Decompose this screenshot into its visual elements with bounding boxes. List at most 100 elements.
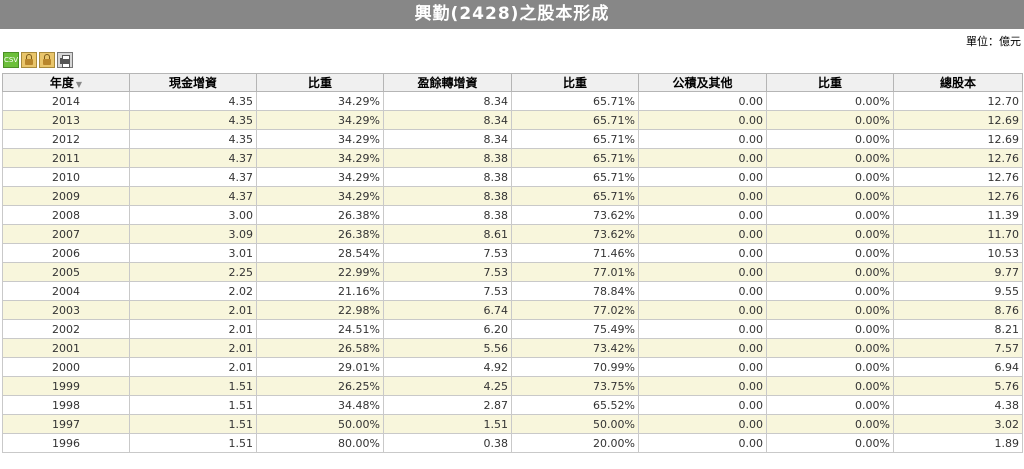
cell-year: 2014 [2,91,130,111]
page-title: 興勤(2428)之股本形成 [0,0,1024,29]
cell-reserve-ratio: 0.00% [766,376,894,396]
table-row: 2011 4.37 34.29% 8.38 65.71% 0.00 0.00% 12.76 [2,148,1023,168]
table-row: 1996 1.51 80.00% 0.38 20.00% 0.00 0.00% 1.89 [2,433,1023,453]
cell-reserve-other: 0.00 [638,433,767,453]
cell-cash-ratio: 22.99% [256,262,384,282]
cell-year: 1996 [2,433,130,453]
cell-total-capital: 1.89 [893,433,1023,453]
cell-earnings-ratio: 73.62% [511,224,639,244]
print-button[interactable] [57,52,73,68]
cell-reserve-ratio: 0.00% [766,262,894,282]
table-row: 2010 4.37 34.29% 8.38 65.71% 0.00 0.00% 12.76 [2,167,1023,187]
cell-earnings-ratio: 77.01% [511,262,639,282]
cell-earnings-capital: 6.74 [383,300,512,320]
cell-earnings-ratio: 70.99% [511,357,639,377]
table-row: 2008 3.00 26.38% 8.38 73.62% 0.00 0.00% 11.39 [2,205,1023,225]
cell-earnings-capital: 0.38 [383,433,512,453]
cell-earnings-ratio: 71.46% [511,243,639,263]
col-header-year[interactable]: 年度 ▼ [2,73,130,92]
cell-cash-capital: 3.09 [129,224,257,244]
table-row: 2005 2.25 22.99% 7.53 77.01% 0.00 0.00% 9.77 [2,262,1023,282]
cell-earnings-ratio: 77.02% [511,300,639,320]
cell-reserve-ratio: 0.00% [766,243,894,263]
lock-button-2[interactable] [39,52,55,68]
cell-year: 1997 [2,414,130,434]
cell-cash-capital: 4.35 [129,91,257,111]
lock-button-1[interactable] [21,52,37,68]
cell-cash-ratio: 26.58% [256,338,384,358]
table-row: 2007 3.09 26.38% 8.61 73.62% 0.00 0.00% 11.70 [2,224,1023,244]
table-row: 2014 4.35 34.29% 8.34 65.71% 0.00 0.00% 12.70 [2,91,1023,111]
cell-year: 2006 [2,243,130,263]
cell-reserve-ratio: 0.00% [766,433,894,453]
table-row: 1999 1.51 26.25% 4.25 73.75% 0.00 0.00% 5.76 [2,376,1023,396]
cell-reserve-ratio: 0.00% [766,91,894,111]
cell-cash-ratio: 50.00% [256,414,384,434]
cell-cash-ratio: 34.29% [256,129,384,149]
cell-total-capital: 9.55 [893,281,1023,301]
lock-icon [43,53,51,65]
cell-total-capital: 4.38 [893,395,1023,415]
cell-cash-capital: 4.35 [129,129,257,149]
cell-reserve-ratio: 0.00% [766,357,894,377]
cell-reserve-ratio: 0.00% [766,338,894,358]
cell-year: 1998 [2,395,130,415]
cell-earnings-ratio: 78.84% [511,281,639,301]
cell-cash-ratio: 34.29% [256,148,384,168]
table-row: 2012 4.35 34.29% 8.34 65.71% 0.00 0.00% 12.69 [2,129,1023,149]
cell-cash-ratio: 34.29% [256,186,384,206]
table-row: 2001 2.01 26.58% 5.56 73.42% 0.00 0.00% 7.57 [2,338,1023,358]
cell-earnings-ratio: 73.62% [511,205,639,225]
table-row: 2003 2.01 22.98% 6.74 77.02% 0.00 0.00% 8.76 [2,300,1023,320]
cell-total-capital: 7.57 [893,338,1023,358]
cell-cash-ratio: 24.51% [256,319,384,339]
cell-total-capital: 12.70 [893,91,1023,111]
cell-year: 2005 [2,262,130,282]
col-header-earnings-capital[interactable]: 盈餘轉增資 [383,73,512,92]
cell-earnings-capital: 1.51 [383,414,512,434]
cell-cash-capital: 2.01 [129,300,257,320]
unit-label: 單位：億元 [966,35,1021,48]
sort-desc-icon: ▼ [75,80,83,89]
lock-icon [25,53,33,65]
cell-cash-capital: 2.01 [129,319,257,339]
cell-reserve-other: 0.00 [638,186,767,206]
col-header-total-capital[interactable]: 總股本 [893,73,1023,92]
table-row: 2004 2.02 21.16% 7.53 78.84% 0.00 0.00% 9.55 [2,281,1023,301]
cell-reserve-other: 0.00 [638,129,767,149]
cell-total-capital: 11.70 [893,224,1023,244]
cell-reserve-other: 0.00 [638,395,767,415]
col-header-reserve-other[interactable]: 公積及其他 [638,73,767,92]
cell-cash-ratio: 26.38% [256,205,384,225]
col-header-reserve-ratio[interactable]: 比重 [766,73,894,92]
cell-cash-capital: 2.01 [129,338,257,358]
cell-earnings-ratio: 73.42% [511,338,639,358]
cell-earnings-ratio: 65.71% [511,91,639,111]
cell-reserve-ratio: 0.00% [766,300,894,320]
cell-cash-ratio: 22.98% [256,300,384,320]
cell-total-capital: 11.39 [893,205,1023,225]
cell-cash-capital: 4.37 [129,186,257,206]
cell-reserve-other: 0.00 [638,319,767,339]
col-header-earnings-ratio[interactable]: 比重 [511,73,639,92]
cell-total-capital: 6.94 [893,357,1023,377]
cell-earnings-capital: 6.20 [383,319,512,339]
cell-earnings-ratio: 65.71% [511,148,639,168]
cell-reserve-other: 0.00 [638,262,767,282]
col-header-cash-capital[interactable]: 現金增資 [129,73,257,92]
table-row: 1997 1.51 50.00% 1.51 50.00% 0.00 0.00% 3.02 [2,414,1023,434]
cell-earnings-capital: 8.34 [383,110,512,130]
csv-export-button[interactable]: CSV [3,52,19,68]
cell-reserve-other: 0.00 [638,376,767,396]
col-header-cash-ratio[interactable]: 比重 [256,73,384,92]
cell-cash-ratio: 34.48% [256,395,384,415]
cell-earnings-ratio: 20.00% [511,433,639,453]
cell-year: 2012 [2,129,130,149]
cell-reserve-ratio: 0.00% [766,319,894,339]
cell-earnings-ratio: 50.00% [511,414,639,434]
cell-total-capital: 12.69 [893,110,1023,130]
cell-cash-ratio: 34.29% [256,91,384,111]
cell-earnings-capital: 7.53 [383,262,512,282]
cell-total-capital: 10.53 [893,243,1023,263]
cell-reserve-other: 0.00 [638,224,767,244]
